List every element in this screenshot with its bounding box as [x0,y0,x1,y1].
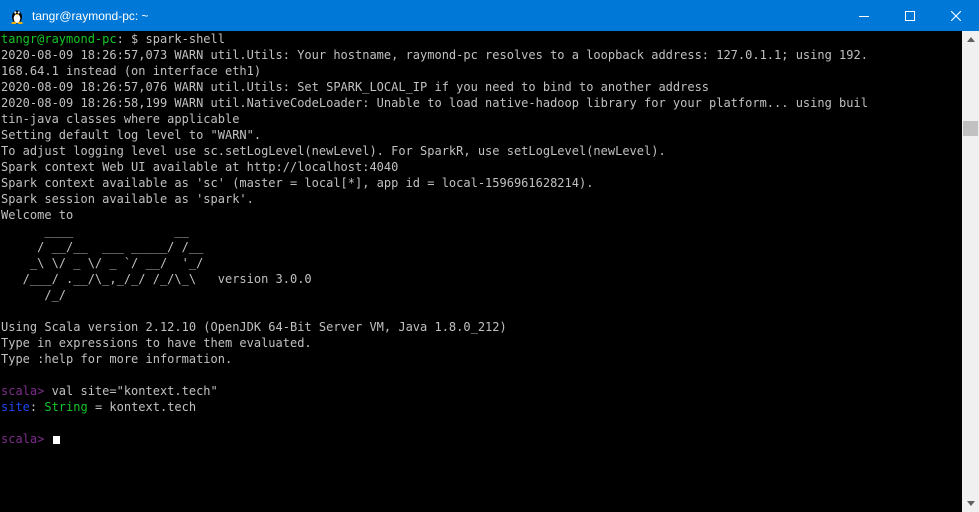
title-bar[interactable]: tangr@raymond-pc: ~ [0,0,979,31]
close-icon [951,10,961,21]
scroll-up-button[interactable] [962,31,979,48]
scroll-down-button[interactable] [962,495,979,512]
spark-banner-line: _\ \/ _ \/ _ `/ __/ '_/ [1,256,204,270]
log-line: Spark context Web UI available at http:/… [1,160,399,174]
shell-command: spark-shell [145,32,225,46]
log-line: 2020-08-09 18:26:58,199 WARN util.Native… [1,96,868,110]
vertical-scrollbar[interactable] [962,31,979,512]
chevron-up-icon [966,37,975,42]
minimize-button[interactable] [841,0,887,31]
info-line: Type :help for more information. [1,352,233,366]
maximize-button[interactable] [887,0,933,31]
repl-input: val site="kontext.tech" [44,384,218,398]
scrollbar-thumb[interactable] [963,121,978,136]
scala-prompt: scala> [1,432,45,446]
text-cursor [52,436,60,444]
result-separator: : [29,400,45,414]
chevron-down-icon [966,501,975,506]
log-line: 2020-08-09 18:26:57,073 WARN util.Utils:… [1,48,868,62]
window-controls [841,0,979,31]
shell-prompt-path: : $ [116,32,146,46]
shell-prompt-user: tangr@raymond-pc [1,32,117,46]
result-type: String [44,400,88,414]
spark-banner-line: /___/ .__/\_,_/_/ /_/\_\ version 3.0.0 [1,272,312,286]
log-line: Setting default log level to "WARN". [1,128,262,142]
scala-prompt: scala> [1,384,45,398]
result-name: site [1,400,30,414]
terminal-window: tangr@raymond-pc: ~ tangr@raymond-pc: $ … [0,0,979,512]
log-line: Spark context available as 'sc' (master … [1,176,594,190]
spark-banner-line: ____ __ [1,224,189,238]
shell-command-line: tangr@raymond-pc: $ spark-shell [0,31,962,47]
repl-result-line: site: String = kontext.tech [0,399,962,415]
info-line: Type in expressions to have them evaluat… [1,336,312,350]
terminal-output[interactable]: tangr@raymond-pc: $ spark-shell 2020-08-… [0,31,962,512]
repl-input-line: scala> val site="kontext.tech" [0,383,962,399]
spark-banner-line: /_/ [1,288,67,302]
maximize-icon [905,10,915,21]
log-line: 2020-08-09 18:26:57,076 WARN util.Utils:… [1,80,710,94]
minimize-icon [859,15,869,17]
spark-banner-line: / __/__ ___ _____/ /__ [1,240,204,254]
window-title: tangr@raymond-pc: ~ [32,8,149,23]
log-line: Welcome to [1,208,74,222]
log-line: Spark session available as 'spark'. [1,192,254,206]
result-value: = kontext.tech [87,400,197,414]
tux-icon[interactable] [9,8,25,24]
log-line: To adjust logging level use sc.setLogLev… [1,144,666,158]
log-line: tin-java classes where applicable [1,112,240,126]
log-line: 168.64.1 instead (on interface eth1) [1,64,262,78]
active-prompt-line[interactable]: scala> [0,431,962,447]
info-line: Using Scala version 2.12.10 (OpenJDK 64-… [1,320,507,334]
close-button[interactable] [933,0,979,31]
